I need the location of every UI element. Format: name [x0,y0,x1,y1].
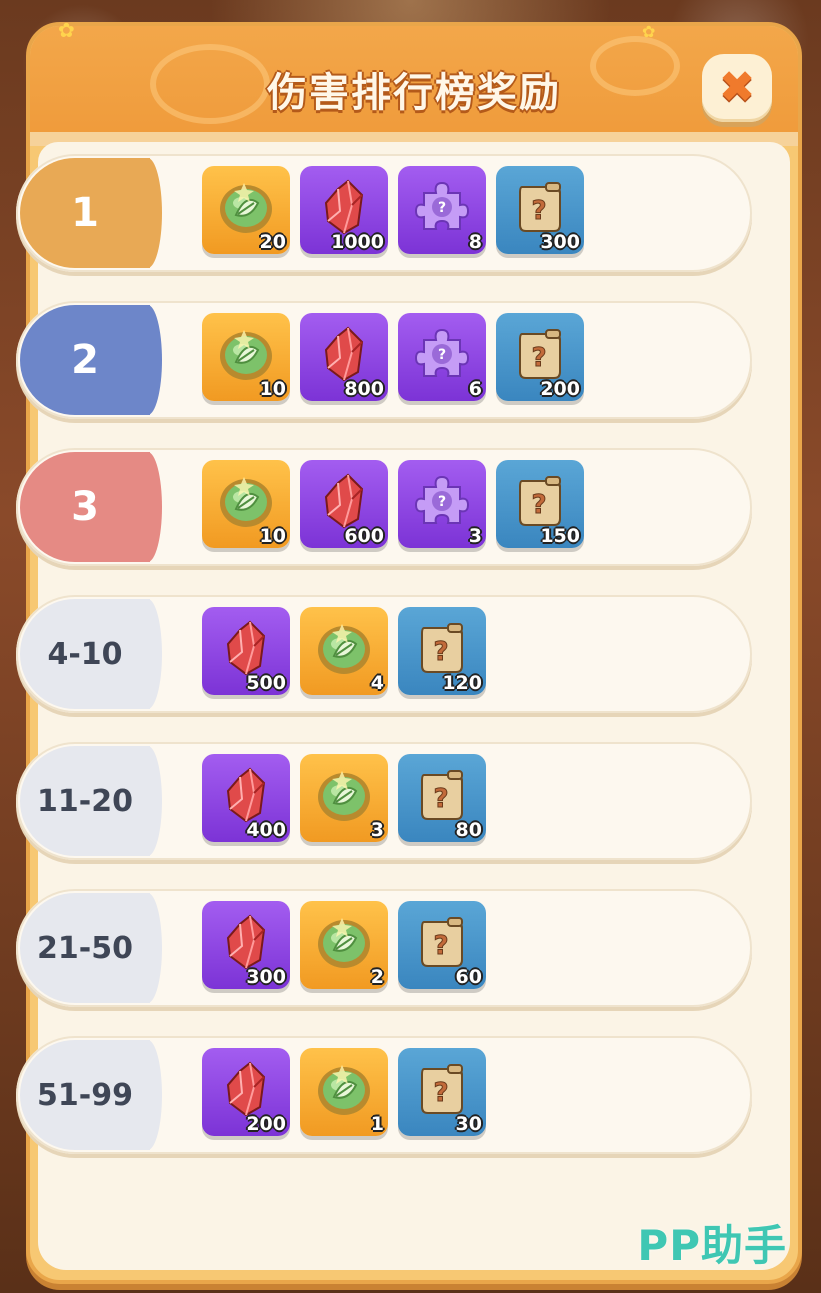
reward-quantity: 6 [468,378,482,400]
reward-quantity: 200 [246,1113,286,1135]
reward-item[interactable]: 1 [300,1048,388,1136]
reward-quantity: 1 [370,1113,384,1135]
rank-badge: 1 [20,158,162,268]
reward-item[interactable]: 10 [202,313,290,401]
reward-item[interactable]: 300 [202,901,290,989]
reward-row: 4-10 500 4? 120 [16,595,752,713]
reward-item[interactable]: ? 60 [398,901,486,989]
close-button[interactable]: ✖ [702,54,772,122]
reward-item[interactable]: 2 [300,901,388,989]
reward-quantity: 1000 [331,231,384,253]
rank-badge: 11-20 [20,746,162,856]
reward-quantity: 300 [540,231,580,253]
reward-items: 20 1000? 8? 300 [202,166,584,256]
reward-row: 51-99 200 1? 30 [16,1036,752,1154]
reward-items: 10 600? 3? 150 [202,460,584,550]
reward-items: 300 2? 60 [202,901,486,991]
reward-item[interactable]: ? 80 [398,754,486,842]
reward-quantity: 10 [259,525,286,547]
reward-quantity: 30 [455,1113,482,1135]
flower-icon: ✿ [58,18,75,42]
reward-item[interactable]: 400 [202,754,290,842]
reward-row: 21-50 300 2? 60 [16,889,752,1007]
rank-badge: 3 [20,452,162,562]
reward-item[interactable]: 500 [202,607,290,695]
reward-item[interactable]: ? 6 [398,313,486,401]
reward-items: 400 3? 80 [202,754,486,844]
rank-badge: 4-10 [20,599,162,709]
rank-badge: 2 [20,305,162,415]
reward-quantity: 800 [344,378,384,400]
reward-item[interactable]: ? 150 [496,460,584,548]
svg-text:?: ? [438,494,446,510]
reward-item[interactable]: ? 200 [496,313,584,401]
panel-header: 伤害排行榜奖励 [30,26,798,146]
svg-text:?: ? [438,200,446,216]
svg-text:?: ? [433,784,448,814]
reward-item[interactable]: 20 [202,166,290,254]
reward-row: 1 20 1000? 8? 300 [16,154,752,272]
reward-row: 3 10 600? 3? 150 [16,448,752,566]
reward-item[interactable]: 200 [202,1048,290,1136]
panel-title: 伤害排行榜奖励 [267,70,561,116]
reward-quantity: 80 [455,819,482,841]
reward-quantity: 2 [370,966,384,988]
reward-item[interactable]: ? 8 [398,166,486,254]
svg-text:?: ? [531,490,546,520]
reward-quantity: 20 [259,231,286,253]
svg-text:?: ? [433,1078,448,1108]
watermark-logo: PP助手 [637,1221,787,1270]
reward-item[interactable]: 3 [300,754,388,842]
svg-text:?: ? [531,343,546,373]
reward-item[interactable]: 10 [202,460,290,548]
reward-items: 10 800? 6? 200 [202,313,584,403]
reward-row: 2 10 800? 6? 200 [16,301,752,419]
reward-item[interactable]: ? 120 [398,607,486,695]
reward-quantity: 3 [468,525,482,547]
reward-quantity: 60 [455,966,482,988]
reward-items: 500 4? 120 [202,607,486,697]
reward-quantity: 300 [246,966,286,988]
reward-quantity: 400 [246,819,286,841]
reward-quantity: 600 [344,525,384,547]
svg-text:?: ? [531,196,546,226]
reward-quantity: 200 [540,378,580,400]
reward-quantity: 10 [259,378,286,400]
reward-item[interactable]: 600 [300,460,388,548]
reward-items: 200 1? 30 [202,1048,486,1138]
flower-icon: ✿ [642,22,656,41]
rank-badge: 21-50 [20,893,162,1003]
reward-item[interactable]: ? 30 [398,1048,486,1136]
reward-item[interactable]: 800 [300,313,388,401]
reward-quantity: 150 [540,525,580,547]
reward-item[interactable]: 1000 [300,166,388,254]
svg-text:?: ? [433,637,448,667]
reward-item[interactable]: ? 300 [496,166,584,254]
reward-item[interactable]: 4 [300,607,388,695]
reward-quantity: 8 [468,231,482,253]
svg-text:?: ? [433,931,448,961]
reward-quantity: 500 [246,672,286,694]
svg-text:?: ? [438,347,446,363]
reward-item[interactable]: ? 3 [398,460,486,548]
close-icon: ✖ [718,62,756,113]
reward-quantity: 4 [370,672,384,694]
reward-quantity: 3 [370,819,384,841]
rank-badge: 51-99 [20,1040,162,1150]
reward-quantity: 120 [442,672,482,694]
reward-row: 11-20 400 3? 80 [16,742,752,860]
